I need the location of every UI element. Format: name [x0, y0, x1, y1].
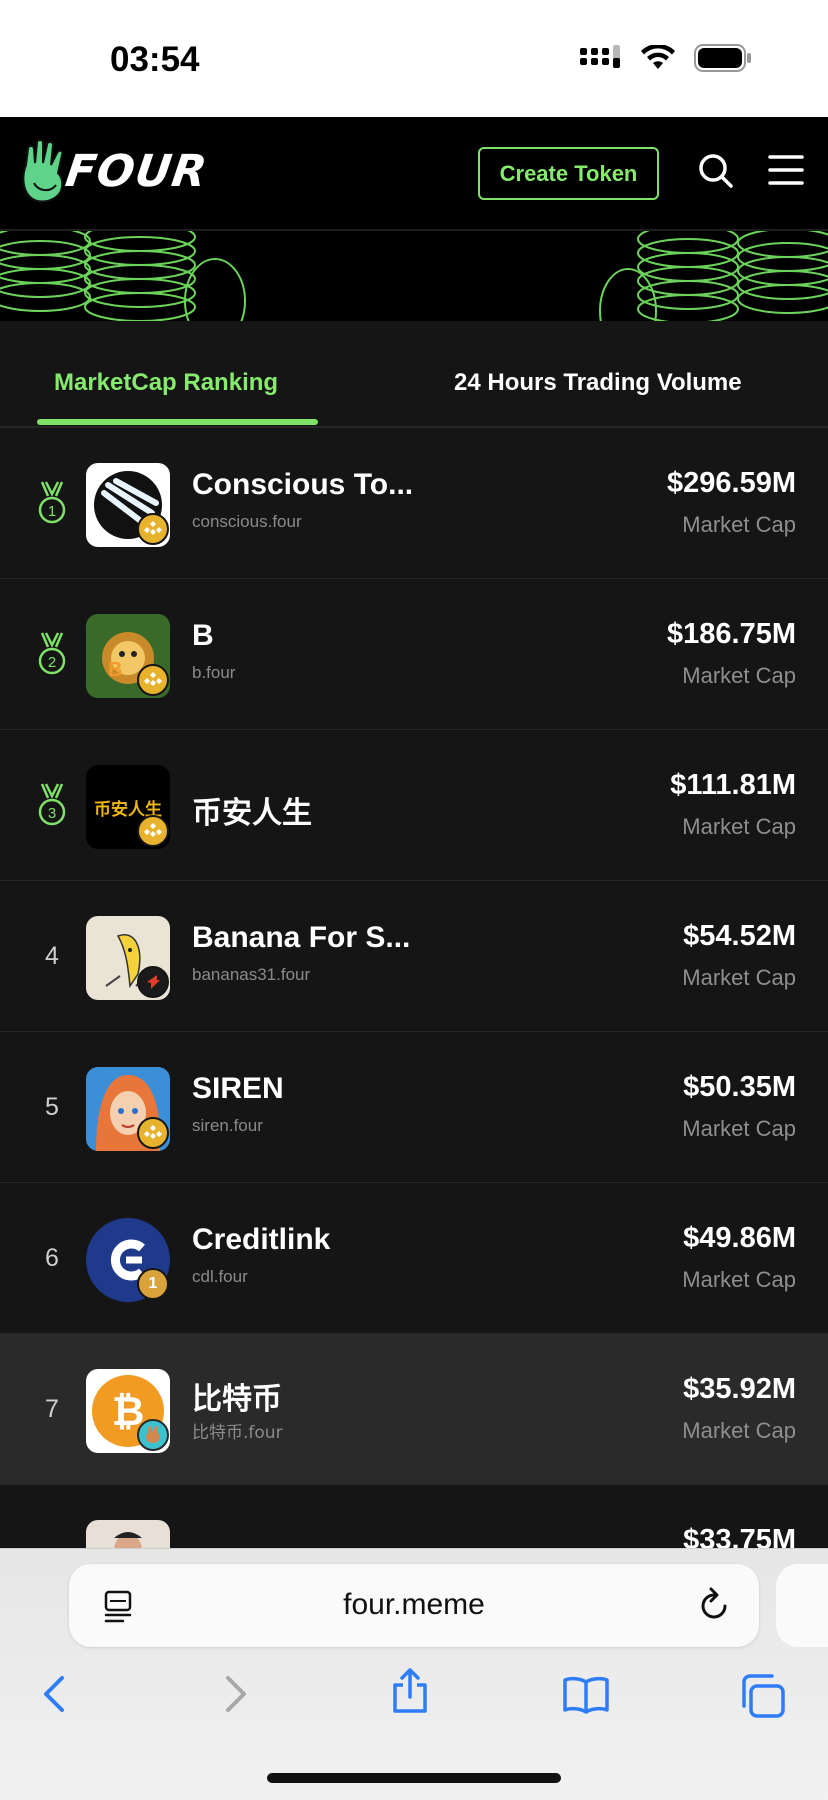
market-cap-label: Market Cap	[682, 663, 796, 688]
status-icons	[580, 44, 752, 72]
reload-icon[interactable]	[697, 1586, 733, 1624]
status-time: 03:54	[110, 40, 200, 79]
token-avatar	[86, 1520, 170, 1548]
market-cap-value: $33.75M	[683, 1524, 796, 1548]
rank-number: 7	[45, 1394, 59, 1423]
market-cap-label: Market Cap	[682, 512, 796, 537]
browser-toolbar: four.meme	[0, 1548, 828, 1800]
token-handle: cdl.four	[192, 1267, 248, 1286]
token-handle: 比特币.four	[192, 1423, 283, 1443]
token-name: SIREN	[192, 1072, 284, 1105]
market-cap-value: $54.52M	[683, 920, 796, 952]
ranking-tabs: MarketCap Ranking 24 Hours Trading Volum…	[0, 321, 828, 428]
banner-coins	[0, 231, 828, 321]
back-icon[interactable]	[40, 1674, 70, 1714]
active-tab-indicator	[37, 419, 318, 425]
create-token-button[interactable]: Create Token	[478, 147, 659, 200]
search-icon[interactable]	[698, 153, 734, 189]
token-row[interactable]: 1 Conscious To... conscious.four $296.59…	[0, 428, 828, 579]
gold-medal-icon: 1	[38, 481, 66, 524]
tab-24h-trading-volume[interactable]: 24 Hours Trading Volume	[454, 369, 742, 397]
token-row[interactable]: 3 币安人生 币安人生 $111.81M Market Cap	[0, 730, 828, 881]
next-tab-peek[interactable]	[776, 1564, 828, 1647]
four-logo[interactable]: FOUR	[20, 139, 211, 203]
red-chain-badge-icon	[137, 966, 169, 998]
token-row[interactable]: 4 Banana For S... bananas31.four $54.52M…	[0, 881, 828, 1032]
token-handle: bananas31.four	[192, 965, 311, 984]
market-cap-value: $49.86M	[683, 1222, 796, 1254]
battery-icon	[694, 44, 751, 72]
token-row[interactable]: 5 SIREN siren.four $50.35M Market Cap	[0, 1032, 828, 1183]
bnb-chain-badge-icon	[137, 1117, 169, 1149]
token-row[interactable]: 7 ₿ 比特币 比特币.four $35.92M Market Cap	[0, 1334, 828, 1485]
pancake-chain-badge-icon	[137, 1419, 169, 1451]
token-name: B	[192, 619, 214, 652]
silver-medal-icon: 2	[38, 632, 66, 675]
token-handle: b.four	[192, 663, 236, 682]
forward-icon[interactable]	[220, 1674, 250, 1714]
bnb-chain-badge-icon	[137, 815, 169, 847]
hamburger-menu-icon[interactable]	[768, 153, 804, 187]
tab-marketcap-ranking[interactable]: MarketCap Ranking	[54, 369, 278, 397]
bnb-chain-badge-icon	[137, 513, 169, 545]
market-cap-label: Market Cap	[682, 1267, 796, 1292]
url-text: four.meme	[343, 1588, 485, 1621]
share-icon[interactable]	[390, 1667, 430, 1715]
bookmarks-icon[interactable]	[562, 1674, 610, 1714]
coin-stack-left-illustration	[0, 231, 246, 321]
svg-text:2: 2	[48, 654, 56, 671]
token-name: 币安人生	[192, 796, 312, 831]
tabs-icon[interactable]	[740, 1674, 786, 1718]
gold-coin-badge-icon: 1	[137, 1268, 169, 1300]
token-handle: conscious.four	[192, 512, 302, 531]
market-cap-label: Market Cap	[682, 965, 796, 990]
wifi-icon	[641, 45, 675, 69]
bnb-chain-badge-icon	[137, 664, 169, 696]
address-bar[interactable]: four.meme	[69, 1564, 759, 1647]
token-name: Banana For S...	[192, 921, 411, 954]
token-row[interactable]: 6 1 Creditlink cdl.four $49.86M Market C…	[0, 1183, 828, 1334]
cellular-signal-icon	[580, 45, 620, 68]
home-indicator	[267, 1773, 561, 1783]
token-name: 比特币	[192, 1382, 282, 1417]
market-cap-value: $296.59M	[667, 467, 796, 499]
logo-text: FOUR	[62, 145, 211, 197]
token-row[interactable]: $33.75M	[0, 1485, 828, 1548]
token-handle: siren.four	[192, 1116, 263, 1135]
token-name: Conscious To...	[192, 468, 414, 501]
rank-number: 4	[45, 941, 59, 970]
coin-stack-right-illustration	[599, 231, 828, 321]
status-bar: 03:54	[0, 0, 828, 117]
bronze-medal-icon: 3	[38, 783, 66, 826]
rank-number: 6	[45, 1243, 59, 1272]
market-cap-label: Market Cap	[682, 1116, 796, 1141]
market-cap-value: $111.81M	[670, 769, 796, 801]
rank-number: 5	[45, 1092, 59, 1121]
svg-text:3: 3	[48, 805, 56, 822]
token-name: Creditlink	[192, 1223, 331, 1256]
market-cap-value: $35.92M	[683, 1373, 796, 1405]
svg-text:1: 1	[48, 503, 56, 520]
token-list[interactable]: 1 Conscious To... conscious.four $296.59…	[0, 428, 828, 1548]
market-cap-value: $186.75M	[667, 618, 796, 650]
svg-text:B: B	[108, 659, 122, 681]
market-cap-value: $50.35M	[683, 1071, 796, 1103]
app-header: FOUR Create Token	[0, 117, 828, 231]
market-cap-label: Market Cap	[682, 814, 796, 839]
market-cap-label: Market Cap	[682, 1418, 796, 1443]
token-row[interactable]: 2 B B b.four $186.75M Market Cap	[0, 579, 828, 730]
